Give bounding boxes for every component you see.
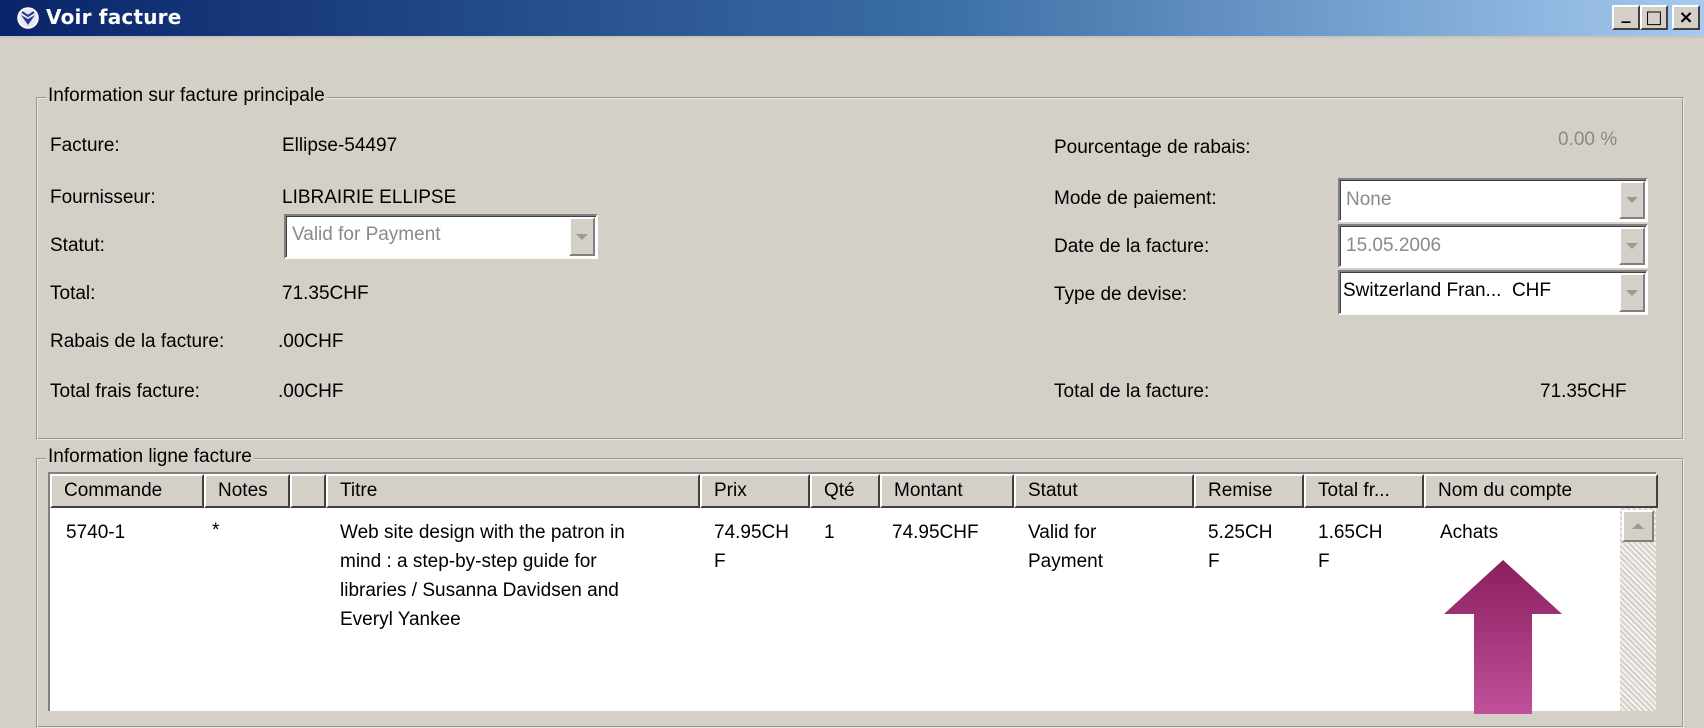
invoice-lines-table: Commande Notes Titre Prix Qté Montant St… — [48, 472, 1658, 714]
scroll-up-button[interactable] — [1622, 510, 1654, 542]
cell-notes: * — [212, 520, 220, 541]
payment-mode-value: None — [1346, 189, 1392, 210]
invoice-fees-value: .00CHF — [278, 381, 344, 402]
vertical-scrollbar[interactable] — [1620, 508, 1656, 711]
maximize-icon: □ — [1645, 6, 1663, 28]
chevron-up-icon — [1632, 523, 1644, 529]
total-frais-line-1: 1.65CH — [1318, 522, 1383, 543]
maximize-button[interactable]: □ — [1640, 5, 1668, 30]
remise-line-2: F — [1208, 551, 1220, 572]
invoice-discount-value: .00CHF — [278, 331, 344, 352]
currency-dropdown-button[interactable] — [1619, 273, 1645, 312]
cell-remise: 5.25CH F — [1208, 518, 1272, 576]
close-button[interactable]: × — [1672, 5, 1700, 30]
invoice-fees-label: Total frais facture: — [50, 381, 200, 402]
line-info-legend: Information ligne facture — [46, 446, 254, 468]
titre-line-2: mind : a step-by-step guide for — [340, 551, 597, 572]
column-header-remise[interactable]: Remise — [1194, 474, 1304, 508]
chevron-down-icon — [1626, 243, 1638, 249]
close-icon: × — [1678, 6, 1694, 28]
minimize-icon: _ — [1621, 2, 1631, 24]
window-title: Voir facture — [46, 5, 182, 29]
prix-line-1: 74.95CH — [714, 522, 789, 543]
chevron-down-icon — [576, 233, 588, 240]
remise-line-1: 5.25CH — [1208, 522, 1273, 543]
currency-label: Type de devise: — [1054, 284, 1188, 305]
column-header-blank[interactable] — [290, 474, 326, 508]
statut-line-1: Valid for — [1028, 522, 1097, 543]
status-label: Statut: — [50, 235, 105, 256]
status-dropdown[interactable]: Valid for Payment — [284, 214, 598, 259]
cell-qte: 1 — [824, 522, 835, 543]
total-frais-line-2: F — [1318, 551, 1330, 572]
titre-line-4: Everyl Yankee — [340, 609, 461, 630]
cell-statut: Valid for Payment — [1028, 518, 1103, 576]
cell-total-frais: 1.65CH F — [1318, 518, 1382, 576]
chevron-down-icon — [1626, 289, 1638, 296]
cell-commande: 5740-1 — [66, 522, 126, 543]
discount-percent-value: 0.00 % — [1558, 129, 1618, 150]
column-header-qte[interactable]: Qté — [810, 474, 880, 508]
column-header-notes[interactable]: Notes — [204, 474, 290, 508]
app-icon — [17, 7, 39, 29]
column-header-total-frais[interactable]: Total fr... — [1304, 474, 1424, 508]
prix-line-2: F — [714, 551, 726, 572]
invoice-date-dropdown[interactable]: 15.05.2006 — [1338, 224, 1648, 268]
column-header-montant[interactable]: Montant — [880, 474, 1014, 508]
payment-mode-dropdown[interactable]: None — [1338, 178, 1648, 222]
cell-nom-compte: Achats — [1440, 522, 1499, 543]
supplier-value: LIBRAIRIE ELLIPSE — [282, 187, 457, 208]
invoice-date-label: Date de la facture: — [1054, 236, 1210, 257]
statut-line-2: Payment — [1028, 551, 1103, 572]
supplier-label: Fournisseur: — [50, 187, 156, 208]
payment-mode-label: Mode de paiement: — [1054, 188, 1217, 209]
main-info-legend: Information sur facture principale — [46, 85, 327, 107]
status-dropdown-button[interactable] — [569, 217, 595, 256]
payment-mode-dropdown-button[interactable] — [1619, 181, 1645, 219]
total-label: Total: — [50, 283, 96, 304]
column-header-titre[interactable]: Titre — [326, 474, 700, 508]
column-header-nom-compte[interactable]: Nom du compte — [1424, 474, 1658, 508]
annotation-arrow-icon — [1444, 560, 1562, 714]
titre-line-1: Web site design with the patron in — [340, 522, 625, 543]
invoice-total-value: 71.35CHF — [1540, 381, 1627, 402]
discount-percent-label: Pourcentage de rabais: — [1054, 137, 1251, 158]
cell-prix: 74.95CH F — [714, 518, 789, 576]
total-value: 71.35CHF — [282, 283, 369, 304]
invoice-date-value: 15.05.2006 — [1346, 235, 1442, 256]
column-header-prix[interactable]: Prix — [700, 474, 810, 508]
chevron-down-icon — [1626, 197, 1638, 203]
currency-dropdown[interactable]: Switzerland Fran... CHF — [1338, 270, 1648, 315]
column-header-statut[interactable]: Statut — [1014, 474, 1194, 508]
title-bar: Voir facture _ □ × — [0, 0, 1704, 38]
currency-value: Switzerland Fran... CHF — [1343, 280, 1551, 301]
minimize-button[interactable]: _ — [1612, 2, 1640, 30]
invoice-value: Ellipse-54497 — [282, 135, 398, 156]
invoice-total-label: Total de la facture: — [1054, 381, 1210, 402]
titre-line-3: libraries / Susanna Davidsen and — [340, 580, 619, 601]
cell-titre: Web site design with the patron in mind … — [340, 518, 625, 634]
invoice-label: Facture: — [50, 135, 120, 156]
invoice-date-dropdown-button[interactable] — [1619, 227, 1645, 265]
invoice-discount-label: Rabais de la facture: — [50, 331, 225, 352]
status-dropdown-value: Valid for Payment — [292, 224, 441, 245]
table-header: Commande Notes Titre Prix Qté Montant St… — [50, 474, 1658, 508]
cell-montant: 74.95CHF — [892, 522, 979, 543]
column-header-commande[interactable]: Commande — [50, 474, 204, 508]
